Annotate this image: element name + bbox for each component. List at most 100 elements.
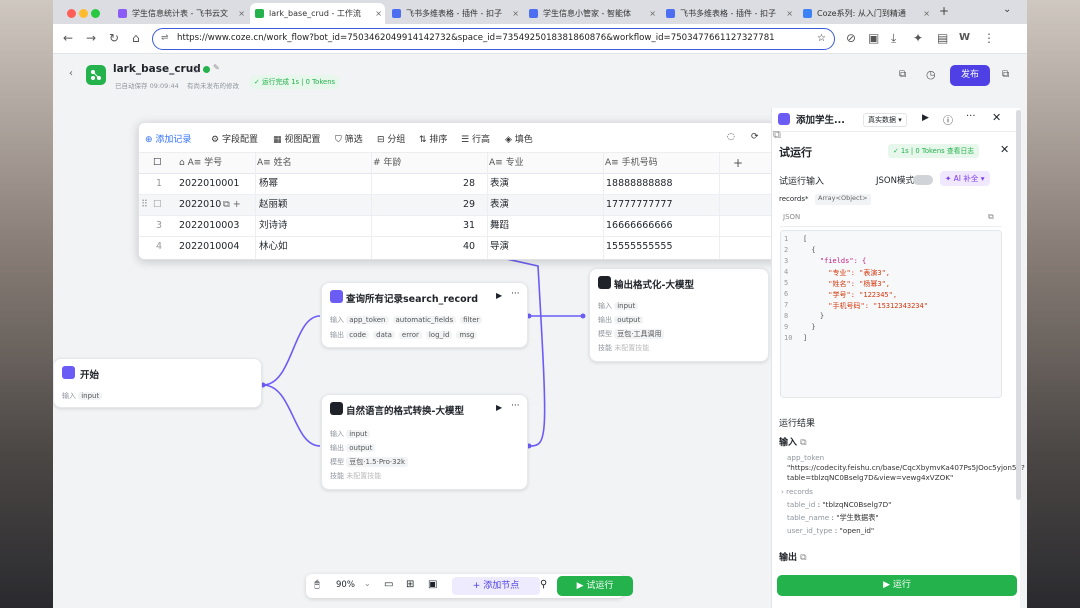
minimap-icon[interactable]: ▣ (428, 579, 437, 590)
run-button[interactable]: ▶ 运行 (777, 575, 1017, 596)
sort-button[interactable]: ⇅ 排序 (419, 132, 447, 145)
run-node-icon[interactable]: ▶ (496, 403, 502, 412)
back-chevron-icon[interactable]: ‹ (69, 68, 73, 79)
data-mode-select[interactable]: 真实数据 ▾ (863, 113, 907, 127)
search-record-node[interactable]: 查询所有记录search_record ▶ ··· 输入 app_token au… (321, 282, 528, 348)
close-icon[interactable]: × (375, 3, 382, 24)
reload-icon[interactable]: ↻ (109, 31, 119, 45)
add-node-button[interactable]: + 添加节点 (452, 577, 540, 595)
close-icon[interactable]: ✕ (1000, 143, 1009, 156)
field-config-button[interactable]: ⚙ 字段配置 (211, 132, 258, 145)
close-icon[interactable]: × (786, 3, 793, 24)
copy-icon[interactable]: ⧉ (800, 553, 806, 563)
home-icon[interactable]: ⌂ (132, 31, 140, 45)
json-mode-toggle[interactable] (913, 175, 933, 185)
copy-icon[interactable]: ⧉ (988, 212, 994, 222)
tab-plugin[interactable]: 飞书多维表格 - 插件 - 扣子 × (387, 3, 522, 24)
zoom-select[interactable]: 90% (336, 580, 355, 590)
url-field[interactable]: ⇌ https://www.coze.cn/work_flow?bot_id=75… (152, 28, 835, 50)
run-node-icon[interactable]: ▶ (922, 113, 929, 123)
table-row[interactable]: 4 2022010004 林心如 40 导演 15555555555 (139, 237, 783, 258)
translate-icon[interactable]: ▣ (868, 31, 879, 45)
close-icon[interactable]: × (649, 3, 656, 24)
result-input-label: 输入 ⧉ (779, 438, 807, 448)
scroll-icon[interactable]: ⧉ (773, 128, 781, 142)
select-all-checkbox[interactable]: ☐ (153, 153, 162, 173)
settings-icon[interactable]: ⟳ (751, 132, 759, 142)
info-icon[interactable]: ⓘ (192, 64, 200, 75)
more-icon[interactable]: ··· (966, 111, 976, 122)
column-major[interactable]: A≡ 专业 (489, 153, 524, 173)
mouse-mode-icon[interactable]: 🖰 (314, 579, 320, 590)
ai-fill-button[interactable]: ✦ AI 补全 ▾ (940, 171, 990, 186)
tab-agent[interactable]: 学生信息小管家 - 智能体 × (524, 3, 659, 24)
code-line: "专业": "表演3", (803, 269, 891, 277)
close-icon[interactable]: ✕ (992, 111, 1001, 124)
expand-row-icon[interactable]: ⧉ + (223, 195, 241, 215)
copy-icon[interactable]: ⧉ (899, 69, 906, 80)
add-record-button[interactable]: ⊕ 添加记录 (145, 132, 191, 145)
column-phone[interactable]: A≡ 手机号码 (605, 153, 658, 173)
bookmark-star-icon[interactable]: ☆ (817, 29, 826, 48)
back-icon[interactable]: ← (63, 31, 73, 45)
filter-button[interactable]: ⛉ 筛选 (335, 132, 363, 145)
fill-color-button[interactable]: ◈ 填色 (505, 132, 533, 145)
profile-avatar[interactable]: W (959, 32, 970, 43)
tab-coze-series[interactable]: Coze系列: 从入门到精通 × (798, 3, 933, 24)
add-column-button[interactable]: + (733, 153, 743, 173)
forward-icon[interactable]: → (86, 31, 96, 45)
help-icon[interactable]: ⓘ (943, 112, 953, 127)
extension-icon[interactable]: ⊘ (846, 31, 856, 45)
tab-workflow[interactable]: lark_base_crud - 工作流 × (250, 3, 385, 24)
panel-scrollbar[interactable] (1016, 110, 1021, 500)
run-node-icon[interactable]: ▶ (496, 291, 502, 300)
table-header: ☐ ⌂ A≡ 学号 A≡ 姓名 # 年龄 A≡ 专业 A≡ 手机号码 + (139, 153, 783, 174)
table-row[interactable]: 3 2022010003 刘诗诗 31 舞蹈 16666666666 (139, 216, 783, 237)
publish-button[interactable]: 发布 (950, 65, 990, 86)
row-checkbox[interactable]: ☐ (153, 195, 162, 215)
site-info-icon[interactable]: ⇌ (161, 29, 169, 48)
row-height-button[interactable]: ☰ 行高 (461, 132, 490, 145)
group-button[interactable]: ⊟ 分组 (377, 132, 405, 145)
copy-icon[interactable]: ⧉ (800, 438, 806, 448)
refresh-icon[interactable]: ◌ (727, 132, 735, 142)
window-controls[interactable] (67, 8, 103, 21)
tab-plugin-2[interactable]: 飞书多维表格 - 插件 - 扣子 × (661, 3, 796, 24)
chevron-down-icon[interactable]: ⌄ (1003, 4, 1011, 15)
layout-icon[interactable]: ⊞ (406, 579, 414, 590)
start-node[interactable]: 开始 输入 input (53, 358, 262, 408)
more-icon[interactable]: ··· (511, 401, 520, 411)
table-row[interactable]: 1 2022010001 杨幂 28 表演 18888888888 (139, 174, 783, 195)
close-icon[interactable]: × (238, 3, 245, 24)
bitable-overlay: ⊕ 添加记录 ⚙ 字段配置 ▦ 视图配置 ⛉ 筛选 ⊟ 分组 ⇅ 排序 ☰ 行高… (138, 122, 784, 260)
close-icon[interactable]: × (923, 3, 930, 24)
json-editor[interactable]: 1 [2 {3 "fields": {4 "专业": "表演3", 5 "姓名": … (780, 230, 1002, 398)
format-llm-node[interactable]: 输出格式化-大模型 输入 input 输出 output 模型 豆包·工具调用 … (589, 268, 769, 362)
drag-handle-icon[interactable]: ⠿ (141, 195, 148, 215)
close-icon[interactable]: × (512, 3, 519, 24)
more-icon[interactable]: ··· (511, 289, 520, 299)
column-student-id[interactable]: ⌂ A≡ 学号 (179, 153, 222, 173)
table-row[interactable]: ⠿ ☐ 2022010 ⧉ + 赵丽颖 29 表演 17777777777 (139, 195, 783, 216)
puzzle-icon[interactable]: ✦ (913, 31, 923, 45)
history-icon[interactable]: ◷ (926, 68, 936, 81)
new-tab-button[interactable]: + (939, 4, 949, 18)
column-name[interactable]: A≡ 姓名 (257, 153, 292, 173)
view-config-button[interactable]: ▦ 视图配置 (273, 132, 320, 145)
status-dot (203, 66, 210, 73)
menu-icon[interactable]: ⋮ (983, 31, 995, 45)
comment-icon[interactable]: ▭ (384, 579, 393, 590)
download-icon[interactable]: ⤓ (891, 31, 896, 46)
line-number: 8 (784, 312, 789, 320)
tool-icon[interactable]: ⚲ (540, 579, 547, 590)
records-type-badge: Array<Object> (815, 194, 871, 205)
nlp-llm-node[interactable]: 自然语言的格式转换-大模型 ▶ ··· 输入 input 输出 output 模… (321, 394, 528, 490)
column-age[interactable]: # 年龄 (373, 153, 401, 173)
sidebar-icon[interactable]: ▤ (937, 31, 948, 45)
llm-icon (330, 402, 343, 415)
test-run-button[interactable]: ▶ 试运行 (557, 576, 633, 596)
tab-student-stats[interactable]: 学生信息统计表 - 飞书云文 × (113, 3, 248, 24)
chevron-down-icon[interactable]: ⌄ (364, 579, 371, 588)
more-icon[interactable]: ⧉ (1002, 69, 1009, 80)
edit-icon[interactable]: ✎ (213, 63, 220, 72)
